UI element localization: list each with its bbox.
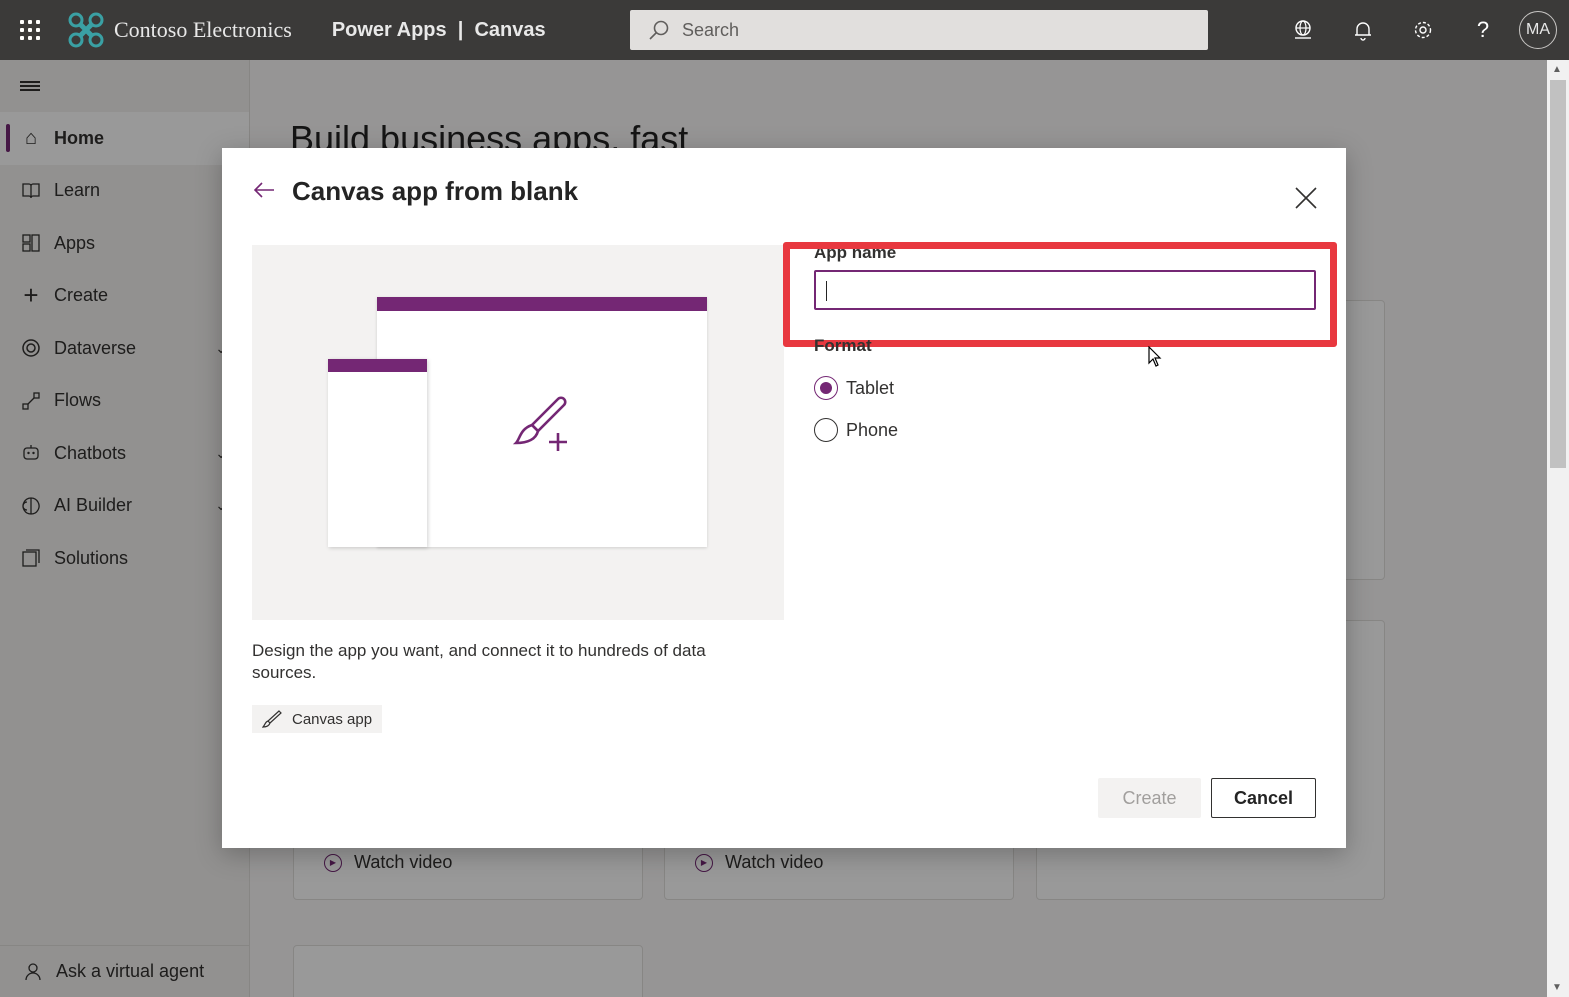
environment-button[interactable] <box>1273 0 1333 60</box>
paintbrush-plus-icon <box>512 396 567 451</box>
bell-icon <box>1355 22 1371 41</box>
radio-button-selected[interactable] <box>814 376 838 400</box>
scroll-down-icon[interactable]: ▼ <box>1552 982 1562 993</box>
format-option-label: Tablet <box>846 377 895 398</box>
search-icon <box>649 20 669 40</box>
paintbrush-icon <box>262 710 282 728</box>
highlight-annotation <box>783 242 1337 347</box>
scroll-thumb[interactable] <box>1550 80 1566 468</box>
format-option-phone[interactable]: Phone <box>814 418 898 442</box>
globe-icon <box>1295 20 1311 39</box>
canvas-preview-illustration <box>252 245 784 620</box>
canvas-app-dialog: Canvas app from blank Design the app you… <box>222 148 1346 848</box>
help-button[interactable]: ? <box>1453 0 1513 60</box>
contoso-logo-icon <box>68 12 104 48</box>
question-icon: ? <box>1476 17 1490 42</box>
search-placeholder: Search <box>682 19 740 40</box>
format-label: Format <box>814 336 872 355</box>
canvas-app-tag: Canvas app <box>252 705 383 733</box>
cancel-button[interactable]: Cancel <box>1211 778 1316 818</box>
scrollbar[interactable]: ▲ ▼ <box>1547 60 1569 997</box>
settings-button[interactable] <box>1393 0 1453 60</box>
top-bar: Contoso Electronics Power Apps | Canvas … <box>0 0 1569 60</box>
radio-button[interactable] <box>814 418 838 442</box>
search-input[interactable]: Search <box>630 10 1208 50</box>
notifications-button[interactable] <box>1333 0 1393 60</box>
scroll-up-icon[interactable]: ▲ <box>1552 64 1562 75</box>
top-bar-actions: ? MA <box>1273 0 1569 60</box>
product-title[interactable]: Power Apps | Canvas <box>332 19 546 42</box>
format-option-label: Phone <box>846 419 899 440</box>
avatar[interactable]: MA <box>1519 11 1557 49</box>
dialog-description: Design the app you want, and connect it … <box>252 641 706 682</box>
close-icon[interactable] <box>1294 186 1318 210</box>
brand-name: Contoso Electronics <box>114 17 292 42</box>
gear-icon <box>1414 21 1432 39</box>
phone-frame-illustration <box>328 359 427 547</box>
tag-label: Canvas app <box>292 710 373 728</box>
back-arrow-icon[interactable] <box>252 178 276 209</box>
brand-logo[interactable]: Contoso Electronics <box>66 10 292 50</box>
app-launcher-button[interactable] <box>0 0 60 60</box>
format-option-tablet[interactable]: Tablet <box>814 376 894 400</box>
dialog-title: Canvas app from blank <box>292 176 579 206</box>
create-button[interactable]: Create <box>1098 778 1201 818</box>
mouse-pointer-icon <box>1148 346 1162 367</box>
waffle-icon <box>20 20 40 40</box>
